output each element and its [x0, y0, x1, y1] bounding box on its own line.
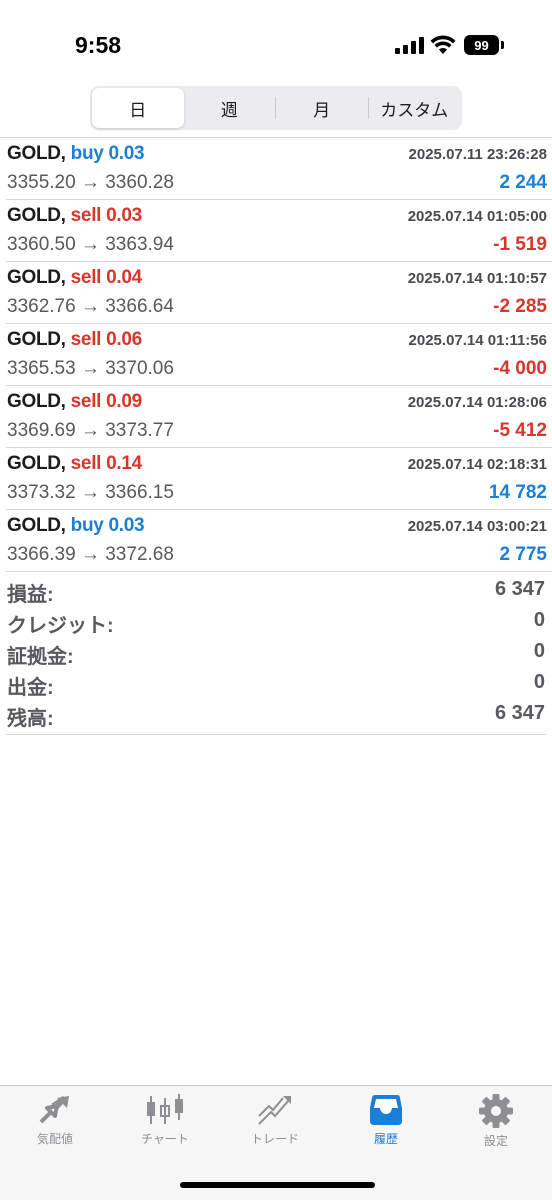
summary-row-credit: クレジット: 0: [6, 609, 546, 640]
summary-label: クレジット:: [7, 615, 114, 637]
trade-side: sell 0.06: [70, 329, 143, 350]
trade-time: 2025.07.14 01:28:06: [407, 394, 547, 411]
summary-value: 0: [533, 671, 545, 693]
period-tab-custom[interactable]: カスタム: [369, 88, 461, 128]
summary-label: 証拠金:: [7, 646, 74, 668]
summary-row-profit: 損益: 6 347: [6, 578, 546, 609]
wifi-icon: [430, 35, 456, 54]
trade-prices: 3366.39 → 3372.68: [7, 544, 174, 565]
cellular-signal-icon: [395, 37, 424, 54]
status-time: 9:58: [75, 32, 122, 58]
tab-trade[interactable]: トレード: [220, 1094, 330, 1164]
tab-label: トレード: [250, 1132, 299, 1146]
trade-row[interactable]: GOLD, sell 0.06 2025.07.14 01:11:56 3365…: [6, 324, 552, 386]
tab-quotes[interactable]: 気配値: [0, 1094, 110, 1164]
summary-label: 出金:: [7, 677, 54, 699]
trade-time: 2025.07.14 01:11:56: [408, 332, 547, 349]
summary-row-withdrawal: 出金: 0: [6, 671, 546, 702]
summary-row-deposit: 証拠金: 0: [6, 640, 546, 671]
tab-chart[interactable]: チャート: [110, 1094, 220, 1164]
trade-side: sell 0.04: [70, 267, 143, 288]
tab-label: 設定: [483, 1134, 508, 1148]
trade-prices: 3360.50 → 3363.94: [7, 234, 174, 255]
trade-prices: 3365.53 → 3370.06: [7, 358, 174, 379]
trade-symbol: GOLD,: [7, 329, 66, 350]
trade-prices: 3362.76 → 3366.64: [7, 296, 174, 317]
trade-row[interactable]: GOLD, buy 0.03 2025.07.11 23:26:28 3355.…: [6, 138, 552, 200]
trade-time: 2025.07.11 23:26:28: [408, 146, 547, 163]
trade-profit: 2 775: [499, 544, 547, 565]
trade-prices: 3373.32 → 3366.15: [7, 482, 174, 503]
trade-row[interactable]: GOLD, sell 0.03 2025.07.14 01:05:00 3360…: [6, 200, 552, 262]
summary-label: 損益:: [7, 584, 54, 606]
battery-icon: 99: [464, 35, 504, 55]
trade-symbol: GOLD,: [7, 205, 66, 226]
summary-value: 0: [533, 640, 545, 662]
trade-profit: -4 000: [493, 358, 547, 379]
period-tab-month[interactable]: 月: [276, 88, 368, 128]
trade-symbol: GOLD,: [7, 515, 66, 536]
divider: [6, 734, 546, 735]
trade-profit: -2 285: [493, 296, 547, 317]
trade-time: 2025.07.14 02:18:31: [407, 456, 547, 473]
trade-time: 2025.07.14 01:10:57: [407, 270, 547, 287]
trade-history-list: GOLD, buy 0.03 2025.07.11 23:26:28 3355.…: [0, 138, 552, 572]
trade-side: buy 0.03: [70, 143, 145, 164]
tab-label: 履歴: [373, 1132, 398, 1146]
trade-time: 2025.07.14 03:00:21: [407, 518, 547, 535]
trade-side: sell 0.09: [70, 391, 143, 412]
tab-label: 気配値: [36, 1132, 73, 1146]
trade-side: sell 0.14: [70, 453, 143, 474]
trade-icon: [258, 1096, 291, 1125]
home-indicator: [180, 1182, 375, 1188]
trade-time: 2025.07.14 01:05:00: [407, 208, 547, 225]
summary-value: 6 347: [494, 702, 545, 724]
trade-symbol: GOLD,: [7, 143, 66, 164]
trade-symbol: GOLD,: [7, 267, 66, 288]
trade-symbol: GOLD,: [7, 391, 66, 412]
trade-row[interactable]: GOLD, buy 0.03 2025.07.14 03:00:21 3366.…: [6, 510, 552, 572]
account-summary: 損益: 6 347 クレジット: 0 証拠金: 0 出金: 0 残高: 6 34…: [6, 578, 546, 733]
summary-value: 6 347: [494, 578, 545, 600]
period-tab-day[interactable]: 日: [92, 88, 184, 128]
trade-side: buy 0.03: [70, 515, 145, 536]
trade-row[interactable]: GOLD, sell 0.04 2025.07.14 01:10:57 3362…: [6, 262, 552, 324]
trade-profit: 14 782: [488, 482, 547, 503]
summary-row-balance: 残高: 6 347: [6, 702, 546, 733]
candlestick-icon: [147, 1094, 183, 1124]
summary-label: 残高:: [7, 708, 54, 730]
quotes-icon: [39, 1096, 69, 1124]
trade-profit: -1 519: [493, 234, 547, 255]
trade-side: sell 0.03: [70, 205, 143, 226]
period-segmented-control: 日 週 月 カスタム: [90, 86, 462, 130]
trade-row[interactable]: GOLD, sell 0.09 2025.07.14 01:28:06 3369…: [6, 386, 552, 448]
trade-symbol: GOLD,: [7, 453, 66, 474]
tab-settings[interactable]: 設定: [441, 1094, 551, 1164]
summary-value: 0: [533, 609, 545, 631]
trade-prices: 3355.20 → 3360.28: [7, 172, 174, 193]
inbox-icon: [370, 1095, 402, 1125]
tab-history[interactable]: 履歴: [331, 1094, 441, 1164]
tab-label: チャート: [141, 1132, 189, 1146]
gear-icon: [479, 1094, 513, 1128]
status-bar: 9:58 99: [0, 0, 552, 80]
battery-level: 99: [464, 35, 499, 55]
trade-profit: 2 244: [499, 172, 547, 193]
period-tab-week[interactable]: 週: [184, 88, 276, 128]
trade-profit: -5 412: [493, 420, 547, 441]
trade-prices: 3369.69 → 3373.77: [7, 420, 174, 441]
trade-row[interactable]: GOLD, sell 0.14 2025.07.14 02:18:31 3373…: [6, 448, 552, 510]
